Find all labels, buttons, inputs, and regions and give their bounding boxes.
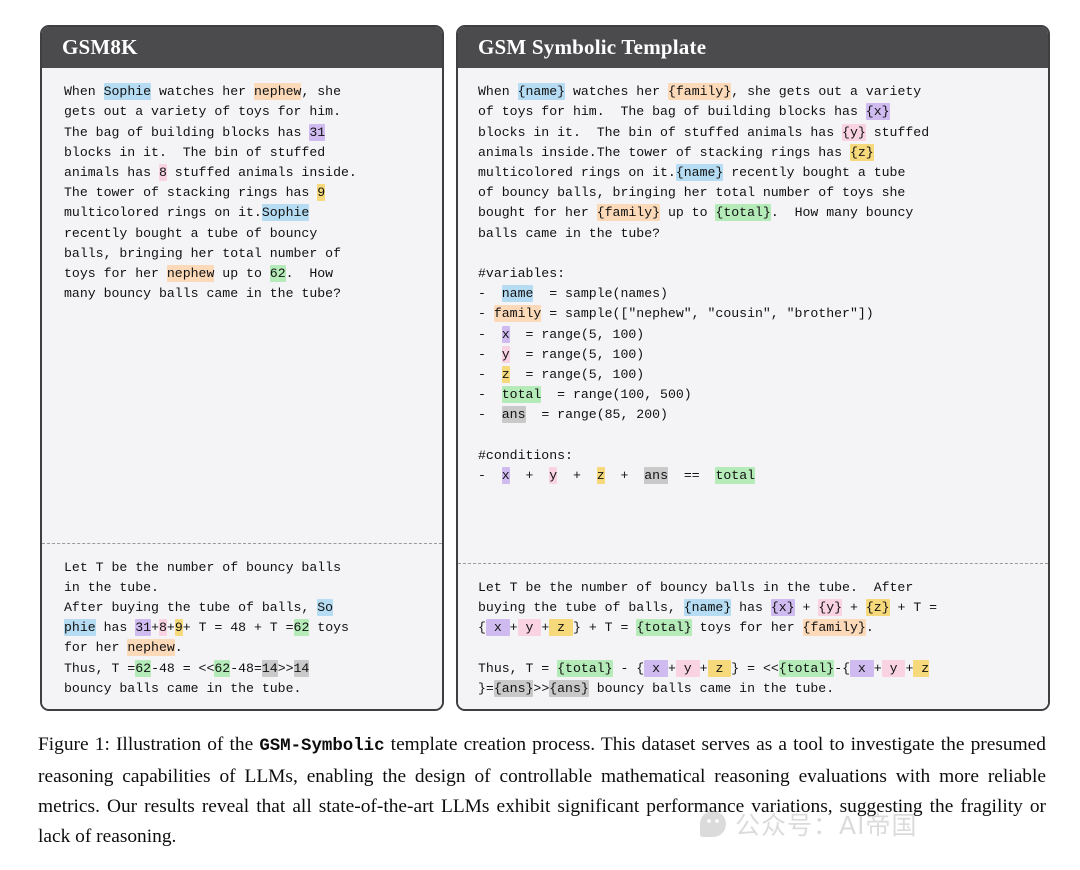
highlight-gray: ans xyxy=(644,467,668,484)
highlight-blue: Sophie xyxy=(261,204,310,222)
highlight-blue: {name} xyxy=(675,163,724,181)
highlight-purple: 31 xyxy=(309,123,326,141)
highlight-green: 62 xyxy=(135,659,152,677)
gsm8k-question-text: When Sophie watches her nephew, she gets… xyxy=(64,83,357,302)
panel-gsm8k-title: GSM8K xyxy=(42,27,442,69)
highlight-blue: Sophie xyxy=(103,83,152,101)
highlight-gray: {ans} xyxy=(549,679,589,697)
highlight-yellow: z xyxy=(549,619,574,637)
gsm-symbolic-template-text: When {name} watches her {family}, she ge… xyxy=(478,83,930,484)
highlight-green: total xyxy=(501,386,542,404)
highlight-yellow: z xyxy=(913,659,930,677)
highlight-purple: 31 xyxy=(135,619,152,637)
highlight-blue: name xyxy=(501,285,534,303)
highlight-purple: {x} xyxy=(770,598,795,616)
highlight-pink: y xyxy=(881,659,906,677)
gsm-symbolic-answer-text: Let T be the number of bouncy balls in t… xyxy=(478,579,938,697)
highlight-gray: 14 xyxy=(293,659,310,677)
highlight-green: {total} xyxy=(636,619,692,637)
highlight-yellow: z xyxy=(596,467,605,484)
highlight-blue: So xyxy=(317,598,334,616)
highlight-gray: 14 xyxy=(261,659,278,677)
highlight-blue: {name} xyxy=(683,598,732,616)
highlight-green: total xyxy=(715,467,756,484)
highlight-gray: {ans} xyxy=(493,679,534,697)
highlight-orange: {family} xyxy=(802,619,866,637)
highlight-yellow: z xyxy=(501,365,510,383)
highlight-green: 62 xyxy=(293,619,310,637)
highlight-gray: ans xyxy=(501,406,526,424)
highlight-purple: x xyxy=(501,325,510,343)
highlight-pink: y xyxy=(501,345,510,363)
highlight-purple: x xyxy=(644,659,668,677)
caption-part-1: Figure 1: Illustration of the xyxy=(38,734,260,755)
highlight-blue: phie xyxy=(64,619,96,637)
panel-gsm8k-body: When Sophie watches her nephew, she gets… xyxy=(42,68,442,709)
highlight-orange: nephew xyxy=(253,83,302,101)
highlight-green: {total} xyxy=(557,659,613,677)
highlight-blue: {name} xyxy=(517,83,566,101)
highlight-green: {total} xyxy=(778,659,835,677)
panel-gsm-symbolic-body: When {name} watches her {family}, she ge… xyxy=(458,68,1048,709)
highlight-yellow: {z} xyxy=(849,143,874,161)
highlight-orange: nephew xyxy=(166,264,215,282)
highlight-pink: 8 xyxy=(158,163,167,181)
caption-mono-term: GSM-Symbolic xyxy=(259,737,385,756)
highlight-pink: 8 xyxy=(158,619,167,637)
highlight-green: 62 xyxy=(214,659,231,677)
highlight-yellow: 9 xyxy=(174,619,183,637)
figure-caption: Figure 1: Illustration of the GSM-Symbol… xyxy=(38,730,1046,852)
panel-gsm8k: GSM8K When Sophie watches her nephew, sh… xyxy=(40,25,444,711)
highlight-pink: y xyxy=(549,467,558,484)
highlight-pink: y xyxy=(675,659,700,677)
highlight-yellow: z xyxy=(707,659,732,677)
gsm8k-answer-text: Let T be the number of bouncy balls in t… xyxy=(64,559,349,696)
highlight-orange: {family} xyxy=(667,83,732,101)
highlight-green: 62 xyxy=(269,264,286,282)
highlight-yellow: 9 xyxy=(317,184,326,202)
panel-gsm-symbolic: GSM Symbolic Template When {name} watche… xyxy=(456,25,1050,711)
highlight-purple: x xyxy=(485,619,510,637)
highlight-orange: {family} xyxy=(596,204,661,222)
panel-row: GSM8K When Sophie watches her nephew, sh… xyxy=(40,25,1050,711)
highlight-pink: {y} xyxy=(842,123,866,141)
highlight-yellow: {z} xyxy=(865,598,890,616)
panel-gsm-symbolic-title: GSM Symbolic Template xyxy=(458,27,1048,69)
highlight-orange: family xyxy=(493,305,542,323)
highlight-purple: x xyxy=(501,467,510,484)
figure-page: GSM8K When Sophie watches her nephew, sh… xyxy=(0,0,1080,870)
highlight-purple: {x} xyxy=(865,103,890,121)
highlight-green: {total} xyxy=(715,204,771,222)
highlight-orange: nephew xyxy=(127,639,175,657)
highlight-purple: x xyxy=(850,659,874,677)
highlight-pink: y xyxy=(517,619,542,637)
highlight-pink: {y} xyxy=(818,598,843,616)
